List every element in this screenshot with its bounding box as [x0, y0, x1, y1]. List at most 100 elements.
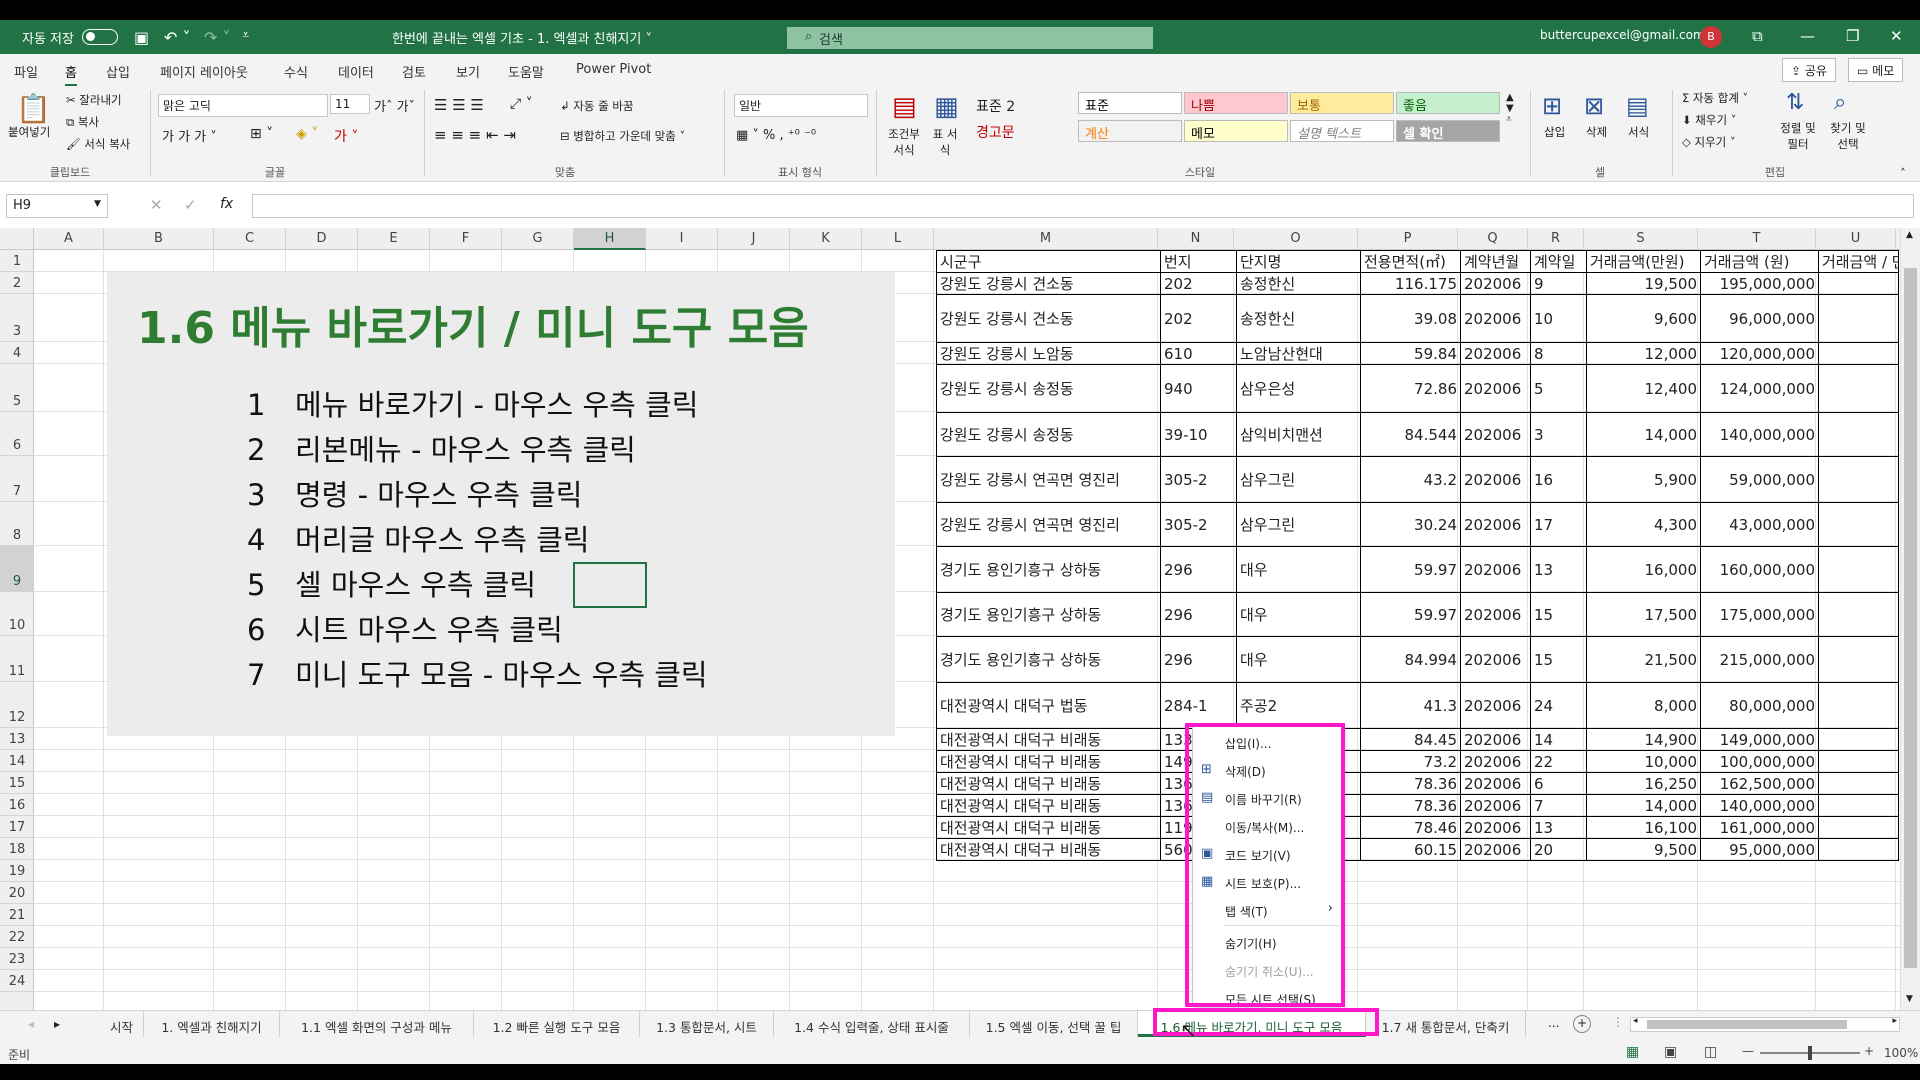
table-cell[interactable]: 39.08 — [1360, 294, 1461, 343]
find-select-button[interactable]: 찾기 및 선택 — [1826, 120, 1870, 152]
table-cell[interactable]: 삼우그린 — [1236, 456, 1361, 503]
table-cell[interactable]: 강원도 강릉시 연곡면 영진리 — [936, 502, 1161, 547]
zoom-slider[interactable] — [1760, 1046, 1860, 1060]
context-menu-item[interactable]: ▣ 코드 보기(V) — [1193, 841, 1341, 867]
table-cell[interactable]: 305-2 — [1160, 456, 1237, 503]
number-format-icons[interactable]: ▦ ˅ % , ⁺⁰ ⁻⁰ — [736, 128, 816, 143]
table-cell[interactable]: 7 — [1530, 794, 1587, 817]
table-cell[interactable]: 13 — [1530, 816, 1587, 839]
save-icon[interactable]: ▣ — [134, 28, 149, 47]
table-cell[interactable]: 송정한신 — [1236, 272, 1361, 295]
table-cell[interactable]: 12,400 — [1586, 364, 1701, 413]
table-cell[interactable]: 14 — [1530, 728, 1587, 751]
table-cell[interactable]: 160,000,000 — [1700, 546, 1819, 593]
table-cell[interactable]: 202006 — [1460, 816, 1531, 839]
table-cell[interactable]: 노암남산현대 — [1236, 342, 1361, 365]
cancel-icon[interactable]: ✕ — [150, 196, 163, 214]
table-cell[interactable] — [1818, 342, 1899, 365]
table-cell[interactable]: 124,000,000 — [1700, 364, 1819, 413]
cell-style-option[interactable]: 보통 — [1290, 92, 1394, 114]
table-cell[interactable]: 삼우은성 — [1236, 364, 1361, 413]
row-header-11[interactable]: 11 — [0, 636, 34, 682]
table-cell[interactable]: 202006 — [1460, 750, 1531, 773]
row-header-20[interactable]: 20 — [0, 882, 34, 904]
row-header-18[interactable]: 18 — [0, 838, 34, 860]
table-cell[interactable]: 100,000,000 — [1700, 750, 1819, 773]
table-cell[interactable] — [1818, 728, 1899, 751]
minimize-icon[interactable]: — — [1800, 27, 1815, 45]
table-cell[interactable]: 17,500 — [1586, 592, 1701, 637]
wrap-text-button[interactable]: ↲ 자동 줄 바꿈 — [560, 98, 634, 114]
cell-style-option[interactable]: 셀 확인 — [1396, 120, 1500, 142]
table-cell[interactable]: 강원도 강릉시 송정동 — [936, 412, 1161, 457]
redo-icon[interactable]: ↷ ˅ — [204, 28, 231, 47]
cell-style-option[interactable]: 계산 — [1078, 120, 1182, 142]
table-cell[interactable]: 161,000,000 — [1700, 816, 1819, 839]
table-header-cell[interactable]: 단지명 — [1236, 250, 1361, 273]
gallery-scroll-icon[interactable]: ▲ ▼ ⩡ — [1506, 92, 1514, 125]
row-header-3[interactable]: 3 — [0, 294, 34, 342]
table-header-cell[interactable]: 전용면적(㎡) — [1360, 250, 1461, 273]
table-cell[interactable]: 202006 — [1460, 592, 1531, 637]
table-cell[interactable]: 20 — [1530, 838, 1587, 861]
table-cell[interactable]: 경기도 용인기흥구 상하동 — [936, 636, 1161, 683]
table-cell[interactable]: 강원도 강릉시 노암동 — [936, 342, 1161, 365]
column-header-u[interactable]: U — [1816, 228, 1896, 250]
row-header-6[interactable]: 6 — [0, 412, 34, 456]
tab-formulas[interactable]: 수식 — [284, 62, 308, 81]
table-cell[interactable]: 80,000,000 — [1700, 682, 1819, 729]
more-sheets-button[interactable]: ... — [1548, 1016, 1559, 1030]
name-box[interactable]: H9 — [6, 194, 108, 218]
table-cell[interactable]: 강원도 강릉시 견소동 — [936, 294, 1161, 343]
autosum-button[interactable]: Σ 자동 합계 ˅ — [1682, 90, 1748, 106]
table-cell[interactable]: 96,000,000 — [1700, 294, 1819, 343]
table-cell[interactable]: 202006 — [1460, 412, 1531, 457]
table-cell[interactable]: 202006 — [1460, 772, 1531, 795]
table-cell[interactable]: 78.46 — [1360, 816, 1461, 839]
table-cell[interactable]: 202006 — [1460, 272, 1531, 295]
row-header-22[interactable]: 22 — [0, 926, 34, 948]
table-cell[interactable]: 10 — [1530, 294, 1587, 343]
table-cell[interactable]: 202 — [1160, 294, 1237, 343]
table-cell[interactable]: 940 — [1160, 364, 1237, 413]
scroll-down-icon[interactable]: ▼ — [1906, 994, 1913, 1004]
zoom-in-icon[interactable]: + — [1864, 1044, 1874, 1058]
tab-review[interactable]: 검토 — [402, 62, 426, 81]
find-icon[interactable]: ⌕ — [1834, 90, 1846, 115]
cell-style-option[interactable]: 설명 텍스트 — [1290, 120, 1394, 142]
selected-cell-h9[interactable] — [573, 562, 647, 608]
table-cell[interactable]: 대전광역시 대덕구 법동 — [936, 682, 1161, 729]
format-cells-button[interactable]: 서식 — [1628, 124, 1649, 140]
table-cell[interactable] — [1818, 794, 1899, 817]
table-cell[interactable]: 140,000,000 — [1700, 412, 1819, 457]
table-cell[interactable]: 60.15 — [1360, 838, 1461, 861]
table-cell[interactable]: 21,500 — [1586, 636, 1701, 683]
prev-sheet-icon[interactable]: ◂ — [28, 1017, 34, 1031]
next-sheet-icon[interactable]: ▸ — [54, 1017, 60, 1031]
horizontal-scrollbar[interactable]: ◂ ▸ — [1630, 1016, 1900, 1032]
table-cell[interactable] — [1818, 682, 1899, 729]
table-cell[interactable]: 84.994 — [1360, 636, 1461, 683]
cell-style-option[interactable]: 메모 — [1184, 120, 1288, 142]
delete-cells-button[interactable]: 삭제 — [1586, 124, 1607, 140]
row-header-9[interactable]: 9 — [0, 546, 34, 592]
collapse-ribbon-icon[interactable]: ˄ — [1900, 166, 1906, 180]
border-icon[interactable]: ⊞ ˅ — [250, 126, 273, 142]
table-cell[interactable]: 삼우그린 — [1236, 502, 1361, 547]
table-cell[interactable]: 296 — [1160, 592, 1237, 637]
delete-cells-icon[interactable]: ⊠ — [1584, 92, 1604, 120]
tab-file[interactable]: 파일 — [14, 62, 38, 81]
table-cell[interactable]: 84.45 — [1360, 728, 1461, 751]
table-cell[interactable]: 202006 — [1460, 546, 1531, 593]
table-cell[interactable]: 149,000,000 — [1700, 728, 1819, 751]
format-cells-icon[interactable]: ▤ — [1626, 92, 1649, 120]
font-color-icon[interactable]: 가 ˅ — [334, 126, 358, 146]
row-header-2[interactable]: 2 — [0, 272, 34, 294]
sort-filter-button[interactable]: 정렬 및 필터 — [1776, 120, 1820, 152]
merge-center-button[interactable]: ⊟ 병합하고 가운데 맞춤 ˅ — [560, 128, 685, 144]
table-cell[interactable]: 삼익비치맨션 — [1236, 412, 1361, 457]
table-cell[interactable]: 대전광역시 대덕구 비래동 — [936, 750, 1161, 773]
format-painter-button[interactable]: 🖌 서식 복사 — [66, 136, 130, 152]
clear-button[interactable]: ◇ 지우기 ˅ — [1682, 134, 1736, 150]
table-cell[interactable]: 39-10 — [1160, 412, 1237, 457]
